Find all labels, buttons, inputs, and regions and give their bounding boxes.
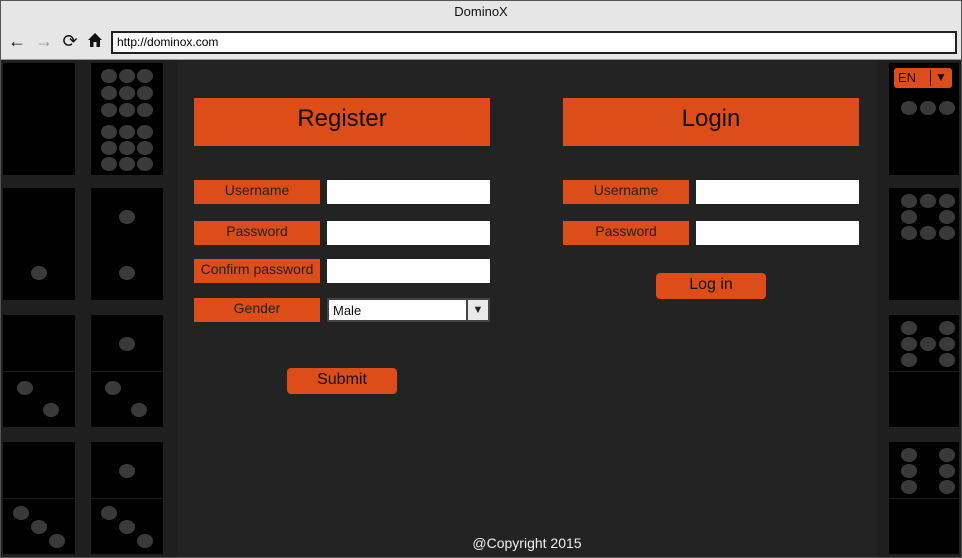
register-username-label: Username [194, 180, 320, 204]
login-password-input[interactable] [696, 221, 859, 245]
forward-arrow-icon[interactable]: → [34, 31, 54, 51]
home-icon[interactable] [85, 31, 105, 51]
domino-tile [91, 188, 163, 300]
domino-tile [91, 442, 163, 554]
back-arrow-icon[interactable]: ← [7, 31, 27, 51]
language-separator [930, 70, 931, 86]
reload-icon[interactable]: ⟳ [60, 31, 80, 51]
domino-tile [91, 63, 163, 175]
domino-tile [3, 442, 75, 554]
login-username-input[interactable] [696, 180, 859, 204]
page-viewport: EN ▼ Register Username Password Confirm … [1, 60, 961, 557]
address-bar[interactable]: http://dominox.com [111, 31, 957, 54]
login-button[interactable]: Log in [656, 273, 766, 299]
gender-select[interactable]: Male ▼ [327, 298, 490, 322]
title-bar: DominoX [1, 1, 961, 24]
register-heading: Register [194, 98, 490, 146]
register-password-input[interactable] [327, 221, 490, 245]
confirm-password-label: Confirm password [194, 259, 320, 283]
submit-button[interactable]: Submit [287, 368, 397, 394]
domino-tile [3, 315, 75, 427]
left-domino-decoration [1, 60, 177, 557]
domino-tile [889, 442, 959, 554]
main-panel: Register Username Password Confirm passw… [177, 60, 877, 557]
gender-label: Gender [194, 298, 320, 322]
register-password-label: Password [194, 221, 320, 245]
dropdown-arrow-icon: ▼ [935, 70, 947, 84]
browser-toolbar: ← → ⟳ http://dominox.com [1, 23, 961, 60]
copyright-footer: @Copyright 2015 [472, 535, 582, 551]
login-password-label: Password [563, 221, 689, 245]
login-username-label: Username [563, 180, 689, 204]
domino-tile [3, 188, 75, 300]
domino-tile [91, 315, 163, 427]
domino-tile [889, 188, 959, 300]
browser-window: DominoX ← → ⟳ http://dominox.com EN ▼ Re… [0, 0, 962, 558]
gender-select-value: Male [333, 303, 362, 318]
right-domino-decoration [887, 60, 961, 557]
register-username-input[interactable] [327, 180, 490, 204]
language-select[interactable]: EN ▼ [894, 68, 952, 88]
domino-tile [3, 63, 75, 175]
dropdown-arrow-icon: ▼ [466, 300, 488, 320]
domino-tile [889, 315, 959, 427]
language-code: EN [898, 70, 917, 85]
confirm-password-input[interactable] [327, 259, 490, 283]
login-heading: Login [563, 98, 859, 146]
window-title: DominoX [454, 4, 508, 19]
